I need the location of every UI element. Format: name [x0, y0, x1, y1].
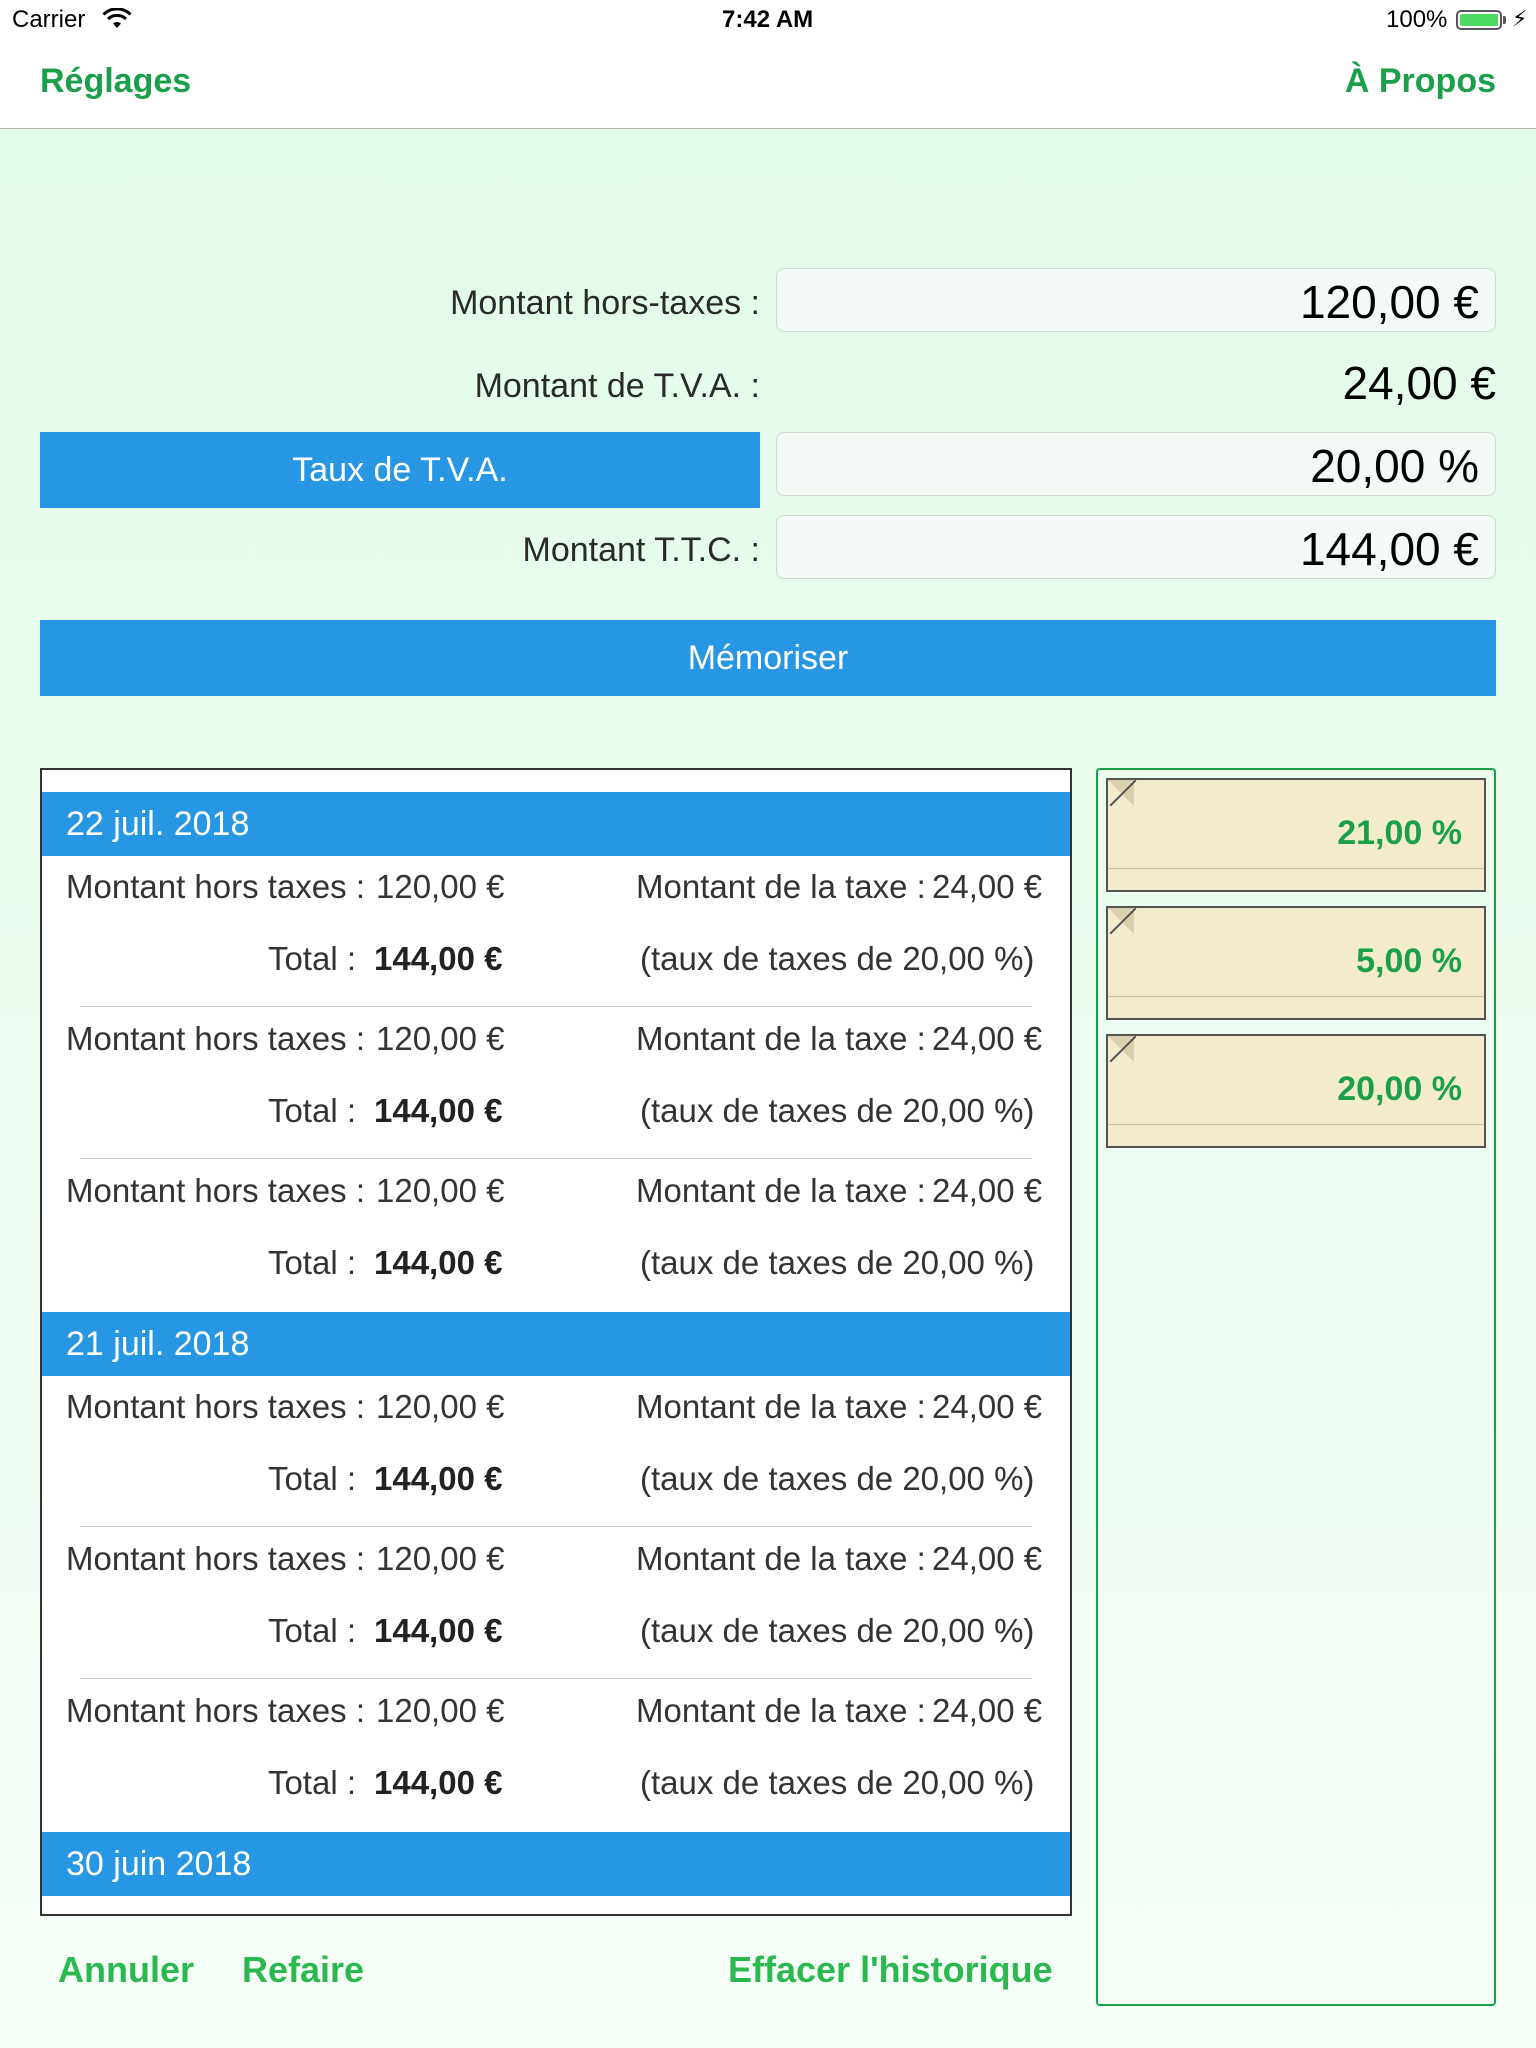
preset-rate-value: 20,00 %: [1337, 1070, 1462, 1108]
tax-label: Montant de la taxe :: [636, 868, 926, 905]
tax-value: 24,00 €: [932, 868, 1043, 905]
rate-note: (taux de taxes de 20,00 %): [640, 1612, 1035, 1649]
rate-note: (taux de taxes de 20,00 %): [640, 940, 1035, 977]
row-separator: [80, 1158, 1032, 1159]
rate-note: (taux de taxes de 20,00 %): [640, 1460, 1035, 1497]
ht-label: Montant hors taxes :: [66, 1540, 365, 1577]
ht-value: 120,00 €: [376, 868, 505, 905]
ht-label: Montant hors taxes :: [66, 1388, 365, 1425]
ht-value: 120,00 €: [376, 1540, 505, 1577]
ht-value: 120,00 €: [376, 1692, 505, 1729]
tax-value: 24,00 €: [932, 1692, 1043, 1729]
ht-amount-value: 120,00 €: [1299, 276, 1479, 328]
history-list[interactable]: 22 juil. 2018 Montant hors taxes : 120,0…: [40, 768, 1072, 1916]
preset-rate-note[interactable]: 21,00 %: [1106, 778, 1486, 892]
tva-amount-value: 24,00 €: [1342, 357, 1496, 409]
ht-value: 120,00 €: [376, 1172, 505, 1209]
total-label: Total :: [267, 1244, 356, 1281]
total-value: 144,00 €: [374, 1460, 503, 1497]
tax-label: Montant de la taxe :: [636, 1540, 926, 1577]
tax-label: Montant de la taxe :: [636, 1172, 926, 1209]
history-entry[interactable]: Montant hors taxes : 120,00 € Montant de…: [42, 1528, 1070, 1680]
status-bar: Carrier 7:42 AM 100% ⚡: [0, 0, 1536, 40]
total-value: 144,00 €: [374, 1612, 503, 1649]
preset-rates-panel: 21,00 % 5,00 % 20,00 %: [1096, 768, 1496, 2006]
rate-note: (taux de taxes de 20,00 %): [640, 1764, 1035, 1801]
history-entry[interactable]: Montant hors taxes : 120,00 € Montant de…: [42, 1160, 1070, 1312]
section-header: 21 juil. 2018: [42, 1312, 1070, 1376]
clock: 7:42 AM: [722, 6, 814, 33]
section-header: 30 juin 2018: [42, 1832, 1070, 1896]
memorize-button[interactable]: Mémoriser: [40, 620, 1496, 696]
preset-rate-value: 5,00 %: [1356, 942, 1462, 980]
rate-note: (taux de taxes de 20,00 %): [640, 1092, 1035, 1129]
tax-value: 24,00 €: [932, 1388, 1043, 1425]
tva-rate-field[interactable]: 20,00 %: [776, 432, 1496, 496]
bolt-icon: ⚡: [1512, 6, 1528, 31]
total-label: Total :: [267, 1764, 356, 1801]
battery-icon: [1456, 10, 1502, 30]
tva-rate-button[interactable]: Taux de T.V.A.: [40, 432, 760, 508]
tax-label: Montant de la taxe :: [636, 1020, 926, 1057]
total-label: Total :: [267, 1092, 356, 1129]
tax-label: Montant de la taxe :: [636, 1692, 926, 1729]
rate-note: (taux de taxes de 20,00 %): [640, 1244, 1035, 1281]
navigation-bar: Réglages À Propos: [0, 40, 1536, 129]
ht-amount-field[interactable]: 120,00 €: [776, 268, 1496, 332]
ttc-label: Montant T.T.C. :: [522, 531, 760, 569]
section-header: 22 juil. 2018: [42, 792, 1070, 856]
history-entry[interactable]: Montant hors taxes : 120,00 € Montant de…: [42, 1008, 1070, 1160]
preset-rate-note[interactable]: 5,00 %: [1106, 906, 1486, 1020]
note-rule: [1108, 868, 1484, 869]
tax-value: 24,00 €: [932, 1172, 1043, 1209]
total-value: 144,00 €: [374, 1764, 503, 1801]
ttc-amount-field[interactable]: 144,00 €: [776, 515, 1496, 579]
total-label: Total :: [267, 1460, 356, 1497]
settings-button[interactable]: Réglages: [40, 62, 191, 101]
total-label: Total :: [267, 940, 356, 977]
ht-label: Montant hors taxes :: [66, 1172, 365, 1209]
row-separator: [80, 1678, 1032, 1679]
history-entry[interactable]: Montant hors taxes : 120,00 € Montant de…: [42, 1376, 1070, 1528]
note-rule: [1108, 996, 1484, 997]
total-value: 144,00 €: [374, 1244, 503, 1281]
total-value: 144,00 €: [374, 1092, 503, 1129]
ht-label: Montant hors taxes :: [66, 868, 365, 905]
redo-button[interactable]: Refaire: [242, 1949, 364, 1991]
about-button[interactable]: À Propos: [1345, 62, 1496, 101]
tax-value: 24,00 €: [932, 1020, 1043, 1057]
battery-percent: 100%: [1386, 6, 1448, 33]
ht-label: Montant hors taxes :: [66, 1020, 365, 1057]
tva-amount-label: Montant de T.V.A. :: [474, 367, 760, 405]
carrier-label: Carrier: [12, 6, 86, 33]
clear-history-button[interactable]: Effacer l'historique: [728, 1949, 1053, 1991]
preset-rate-note[interactable]: 20,00 %: [1106, 1034, 1486, 1148]
total-value: 144,00 €: [374, 940, 503, 977]
preset-rate-value: 21,00 %: [1337, 814, 1462, 852]
tva-rate-value: 20,00 %: [1310, 440, 1479, 492]
ht-value: 120,00 €: [376, 1020, 505, 1057]
undo-button[interactable]: Annuler: [58, 1949, 194, 1991]
battery-tip: [1503, 16, 1506, 24]
history-entry[interactable]: Montant hors taxes : 120,00 € Montant de…: [42, 1680, 1070, 1832]
history-entry[interactable]: Montant hors taxes : 120,00 € Montant de…: [42, 856, 1070, 1008]
tax-value: 24,00 €: [932, 1540, 1043, 1577]
row-separator: [80, 1526, 1032, 1527]
ht-label: Montant hors taxes :: [66, 1692, 365, 1729]
ht-value: 120,00 €: [376, 1388, 505, 1425]
wifi-icon: [102, 8, 132, 28]
tax-label: Montant de la taxe :: [636, 1388, 926, 1425]
ht-label: Montant hors-taxes :: [450, 284, 760, 322]
total-label: Total :: [267, 1612, 356, 1649]
row-separator: [80, 1006, 1032, 1007]
note-rule: [1108, 1124, 1484, 1125]
ttc-amount-value: 144,00 €: [1299, 523, 1479, 575]
